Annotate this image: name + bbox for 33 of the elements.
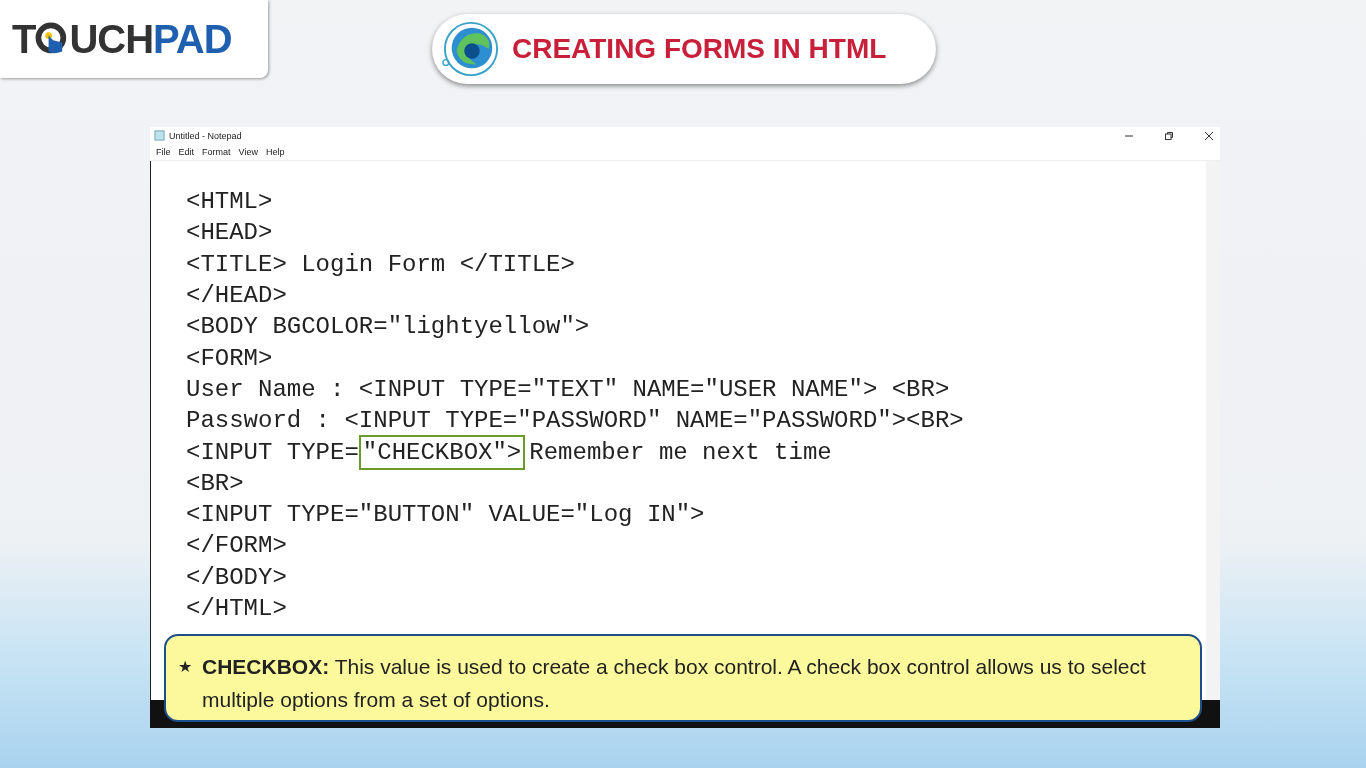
code-text: <FORM> xyxy=(186,344,273,372)
menu-item[interactable]: File xyxy=(156,147,171,157)
code-text: </HTML> xyxy=(186,595,287,622)
scrollbar[interactable] xyxy=(1206,161,1220,700)
menu-item[interactable]: Format xyxy=(202,147,231,157)
code-text: </HEAD> xyxy=(186,282,287,310)
star-bullet: ★ xyxy=(178,657,192,677)
banner-title: CREATING FORMS IN HTML xyxy=(512,33,887,65)
code-text: <HTML> xyxy=(186,188,273,216)
callout-text: CHECKBOX: This value is used to create a check box control. A check box control allows us to select multiple options from a set of options. xyxy=(202,654,1147,713)
menu-item[interactable]: Edit xyxy=(178,147,195,157)
code-text: Remember me next time xyxy=(529,438,832,466)
code-text: <HEAD> xyxy=(186,219,273,247)
restore-icon[interactable] xyxy=(1164,130,1174,141)
code-text: </BODY> xyxy=(186,563,287,591)
logo-text: PAD xyxy=(153,16,232,62)
notepad-icon xyxy=(154,130,165,141)
logo-text: UCH xyxy=(69,16,154,62)
code-text: <BR> xyxy=(186,469,244,497)
menu-item[interactable]: View xyxy=(238,147,258,157)
highlighted-code-text: "CHECKBOX"> xyxy=(358,434,526,470)
code-text: <BODY BGCOLOR="lightyellow"> xyxy=(186,313,590,341)
code-text: Password : <INPUT TYPE="PASSWORD" NAME="PASSWORD"><BR> xyxy=(186,407,964,435)
code-text: User Name : <INPUT TYPE="TEXT" NAME="USER NAME"> <BR> xyxy=(186,375,950,403)
menu-item[interactable]: Help xyxy=(265,147,285,157)
code-text: </FORM> xyxy=(186,532,287,560)
swirl-logo-icon xyxy=(442,20,500,78)
code-text: <INPUT TYPE= xyxy=(186,438,359,466)
code-text: <TITLE> Login Form </TITLE> xyxy=(186,250,575,278)
close-icon[interactable] xyxy=(1204,130,1214,141)
code-text: <INPUT TYPE="BUTTON" VALUE="Log IN"> xyxy=(186,501,705,529)
window-title: Untitled - Notepad xyxy=(169,130,242,141)
logo-text: T xyxy=(12,16,36,62)
